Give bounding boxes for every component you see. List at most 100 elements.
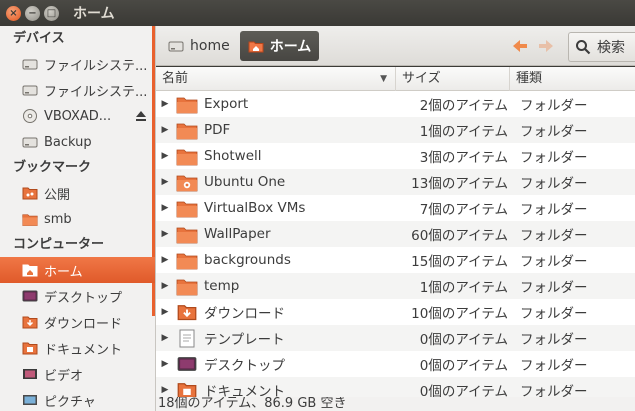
file-size: 15個のアイテム <box>411 254 508 270</box>
sidebar-item[interactable]: ダウンロード <box>0 309 155 335</box>
eject-icon[interactable] <box>135 110 147 122</box>
expand-triangle-icon[interactable]: ▶ <box>158 281 172 291</box>
file-row[interactable]: ▶ temp 1個のアイテム フォルダー <box>156 273 635 299</box>
sidebar-item[interactable]: ドキュメント <box>0 335 155 361</box>
file-row[interactable]: ▶ ドキュメント 0個のアイテム フォルダー <box>156 377 635 397</box>
disc-icon <box>22 108 38 124</box>
file-size: 7個のアイテム <box>419 202 508 218</box>
sidebar-section-header: コンピューター <box>13 237 105 252</box>
status-bar: 18個のアイテム、86.9 GB 空き <box>156 397 635 411</box>
expand-triangle-icon[interactable]: ▶ <box>158 125 172 135</box>
expand-triangle-icon[interactable]: ▶ <box>158 99 172 109</box>
file-name: WallPaper <box>204 226 271 242</box>
sidebar-section-header: ブックマーク <box>13 160 92 175</box>
expand-triangle-icon[interactable]: ▶ <box>158 229 172 239</box>
column-header-size[interactable]: サイズ <box>396 67 510 91</box>
file-kind: フォルダー <box>520 384 588 397</box>
file-list: ▶ Export 2個のアイテム フォルダー ▶ PDF 1個のアイテム フォル… <box>156 91 635 397</box>
file-kind: フォルダー <box>520 228 588 244</box>
search-button[interactable]: 検索 <box>568 32 635 62</box>
breadcrumb-home-drive[interactable]: home <box>160 31 238 61</box>
file-row[interactable]: ▶ ダウンロード 10個のアイテム フォルダー <box>156 299 635 325</box>
file-name: backgrounds <box>204 252 291 268</box>
file-size: 1個のアイテム <box>419 124 508 140</box>
desktop-icon <box>176 354 198 374</box>
sidebar-item[interactable]: デスクトップ <box>0 283 155 309</box>
column-header-row: 名前 ▼ サイズ 種類 <box>156 67 635 91</box>
file-name: PDF <box>204 122 231 138</box>
expand-triangle-icon[interactable]: ▶ <box>158 151 172 161</box>
file-name: temp <box>204 278 240 294</box>
column-header-kind[interactable]: 種類 <box>510 67 635 91</box>
folder-icon <box>176 94 198 114</box>
file-size: 0個のアイテム <box>419 332 508 348</box>
file-row[interactable]: ▶ Export 2個のアイテム フォルダー <box>156 91 635 117</box>
sidebar-item[interactable]: VBOXAD... <box>0 103 155 129</box>
sidebar-item[interactable]: Backup <box>0 129 155 155</box>
folder-icon <box>176 198 198 218</box>
close-window-button[interactable]: × <box>6 5 21 21</box>
home-folder-icon <box>248 41 264 52</box>
file-size: 1個のアイテム <box>419 280 508 296</box>
file-kind: フォルダー <box>520 202 588 218</box>
expand-triangle-icon[interactable]: ▶ <box>158 177 172 187</box>
expand-triangle-icon[interactable]: ▶ <box>158 307 172 317</box>
forward-arrow-icon[interactable] <box>536 36 556 56</box>
search-icon <box>576 40 591 55</box>
file-name: Ubuntu One <box>204 174 286 190</box>
file-size: 0個のアイテム <box>419 384 508 397</box>
expand-triangle-icon[interactable]: ▶ <box>158 333 172 343</box>
search-label: 検索 <box>597 40 625 56</box>
sidebar-item-label: ダウンロード <box>44 316 123 332</box>
expand-triangle-icon[interactable]: ▶ <box>158 255 172 265</box>
file-row[interactable]: ▶ Ubuntu One 13個のアイテム フォルダー <box>156 169 635 195</box>
folder-icon <box>176 224 198 244</box>
file-size: 0個のアイテム <box>419 358 508 374</box>
sidebar-item-label: ホーム <box>44 264 83 280</box>
folder-icon <box>22 211 38 227</box>
file-kind: フォルダー <box>520 124 588 140</box>
file-row[interactable]: ▶ デスクトップ 0個のアイテム フォルダー <box>156 351 635 377</box>
documents-icon <box>22 340 38 356</box>
sidebar-item[interactable]: smb <box>0 206 155 232</box>
home-folder-icon <box>22 262 38 278</box>
file-row[interactable]: ▶ Shotwell 3個のアイテム フォルダー <box>156 143 635 169</box>
back-arrow-icon[interactable] <box>510 36 530 56</box>
file-row[interactable]: ▶ WallPaper 60個のアイテム フォルダー <box>156 221 635 247</box>
sidebar-item[interactable]: ファイルシステ... <box>0 51 155 77</box>
file-size: 10個のアイテム <box>411 306 508 322</box>
breadcrumb-current[interactable]: ホーム <box>239 30 320 61</box>
file-row[interactable]: ▶ VirtualBox VMs 7個のアイテム フォルダー <box>156 195 635 221</box>
breadcrumb-home-label: home <box>190 37 230 54</box>
expand-triangle-icon[interactable]: ▶ <box>158 203 172 213</box>
sidebar-section-header: デバイス <box>13 31 65 46</box>
file-kind: フォルダー <box>520 150 588 166</box>
sidebar-item-label: VBOXAD... <box>44 108 112 124</box>
desktop-icon <box>22 288 38 304</box>
expand-triangle-icon[interactable]: ▶ <box>158 359 172 369</box>
file-row[interactable]: ▶ PDF 1個のアイテム フォルダー <box>156 117 635 143</box>
downloads-icon <box>176 302 198 322</box>
file-name: テンプレート <box>204 332 285 348</box>
file-kind: フォルダー <box>520 254 588 270</box>
folder-icon <box>176 146 198 166</box>
maximize-window-button[interactable]: □ <box>44 5 59 21</box>
file-size: 3個のアイテム <box>419 150 508 166</box>
sidebar-item[interactable]: ファイルシステ... <box>0 77 155 103</box>
sidebar-item-label: smb <box>44 211 72 227</box>
sidebar-item[interactable]: ピクチャ <box>0 387 155 411</box>
file-row[interactable]: ▶ テンプレート 0個のアイテム フォルダー <box>156 325 635 351</box>
folder-public-icon <box>22 185 38 201</box>
documents-icon <box>176 380 198 397</box>
sidebar-item[interactable]: ビデオ <box>0 361 155 387</box>
column-header-name[interactable]: 名前 ▼ <box>156 67 396 91</box>
templates-icon <box>176 328 198 348</box>
sidebar-item[interactable]: ホーム <box>0 257 155 283</box>
ubuntu-one-folder-icon <box>176 172 198 192</box>
file-row[interactable]: ▶ backgrounds 15個のアイテム フォルダー <box>156 247 635 273</box>
expand-triangle-icon[interactable]: ▶ <box>158 385 172 395</box>
minimize-window-button[interactable]: − <box>25 5 40 21</box>
pictures-icon <box>22 392 38 408</box>
sidebar-item[interactable]: 公開 <box>0 180 155 206</box>
toolbar: home ホーム 検索 <box>156 26 635 66</box>
